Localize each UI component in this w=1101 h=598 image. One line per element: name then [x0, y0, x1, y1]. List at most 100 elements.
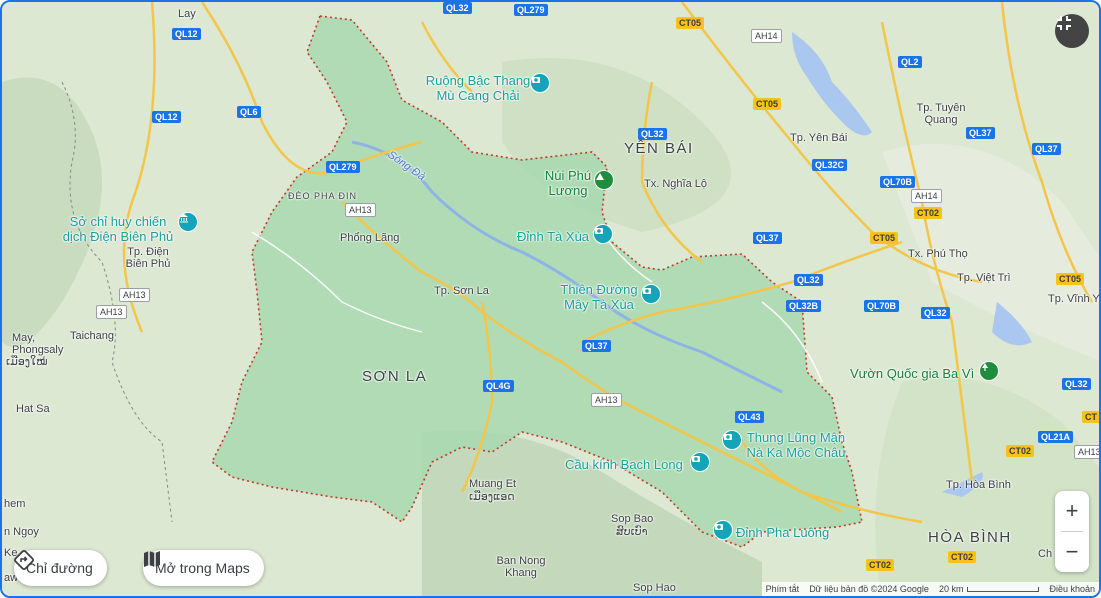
city-label: Sop Hao [633, 582, 676, 594]
road-shield: QL37 [753, 232, 782, 244]
road-shield: CT05 [753, 98, 782, 110]
road-shield: QL4G [483, 380, 514, 392]
city-label: Tp. Tuyên Quang [916, 102, 966, 126]
city-label: n Ngoy [4, 526, 39, 538]
road-shield: AH13 [1074, 445, 1099, 459]
city-label: Tp. Yên Bái [790, 132, 848, 144]
city-label: ເມືອງໃໝ່ [6, 356, 48, 368]
city-label: Ban Nong Khang [496, 555, 546, 579]
city-label: Sop Bao [611, 513, 654, 525]
city-label: Ch [1038, 548, 1053, 560]
road-shield: QL12 [152, 111, 181, 123]
road-shield: CT05 [676, 17, 705, 29]
road-shield: AH14 [911, 189, 942, 203]
tree-icon[interactable] [979, 361, 999, 381]
road-shield: QL32 [921, 307, 950, 319]
region-label-hoa-binh: HÒA BÌNH [928, 529, 1012, 546]
pass-label: ĐÈO PHA ĐIN [288, 191, 358, 201]
keyboard-shortcuts-link[interactable]: Phím tắt [766, 584, 800, 594]
road-shield: QL43 [735, 411, 764, 423]
city-label: Tx. Nghĩa Lộ [644, 178, 707, 190]
directions-label: Chỉ đường [26, 560, 93, 576]
city-label: Lay [178, 8, 196, 20]
road-shield: AH14 [751, 29, 782, 43]
city-label: ເມືອງແອດ [469, 491, 515, 503]
road-shield: QL12 [172, 28, 201, 40]
road-shield: QL37 [966, 127, 995, 139]
poi-label[interactable]: Thiên Đường Mây Tà Xùa [558, 282, 640, 312]
city-label: Taichang [70, 330, 115, 342]
road-shield: CT05 [870, 232, 899, 244]
scale-control[interactable]: 20 km [939, 584, 1040, 594]
road-shield: QL21A [1038, 431, 1074, 443]
road-shield: QL2 [898, 56, 922, 68]
road-shield: CT [1082, 411, 1099, 423]
road-shield: QL32 [443, 2, 472, 14]
poi-label[interactable]: Núi Phú Lương [538, 168, 598, 198]
road-shield: QL32B [786, 300, 822, 312]
camera-icon[interactable] [593, 224, 613, 244]
road-shield: QL6 [237, 106, 261, 118]
road-shield: CT02 [866, 559, 895, 571]
road-shield: CT02 [1006, 445, 1035, 457]
road-shield: QL279 [514, 4, 548, 16]
poi-label[interactable]: Vườn Quốc gia Ba Vì [850, 366, 974, 381]
road-shield: CT02 [914, 207, 943, 219]
map-data-attribution: Dữ liệu bản đồ ©2024 Google [809, 584, 929, 594]
road-shield: CT02 [948, 551, 977, 563]
road-shield: QL37 [582, 340, 611, 352]
zoom-out-button[interactable]: − [1055, 532, 1089, 572]
city-label: hem [4, 498, 26, 510]
city-label: Tp. Điện Biên Phủ [125, 246, 171, 270]
collapse-icon [1057, 16, 1071, 30]
poi-label[interactable]: Cầu kính Bạch Long [565, 457, 683, 472]
museum-icon[interactable] [178, 212, 198, 232]
road-shield: AH13 [345, 203, 376, 217]
road-shield: CT05 [1056, 273, 1085, 285]
camera-icon[interactable] [713, 520, 733, 540]
region-label-yen-bai: YÊN BÁI [624, 140, 694, 157]
city-label: Phổng Lãng [340, 232, 400, 244]
road-shield: QL70B [880, 176, 916, 188]
zoom-in-button[interactable]: + [1055, 491, 1089, 531]
road-shield: AH13 [119, 288, 150, 302]
zoom-control: + − [1055, 491, 1089, 572]
poi-label[interactable]: Đỉnh Tà Xùa [517, 229, 589, 244]
road-shield: QL32 [794, 274, 823, 286]
open-in-maps-button[interactable]: Mở trong Maps [143, 550, 264, 586]
road-shield: QL37 [1032, 143, 1061, 155]
map-view[interactable]: SƠN LA YÊN BÁI HÒA BÌNH Lay Tp. Điện Biê… [0, 0, 1101, 598]
camera-icon[interactable] [722, 430, 742, 450]
poi-label[interactable]: Ruộng Bậc Thang Mù Cang Chải [418, 73, 538, 103]
camera-icon[interactable] [690, 452, 710, 472]
city-label: Tp. Vĩnh Y [1048, 293, 1100, 305]
poi-label[interactable]: Đỉnh Pha Luông [736, 525, 829, 540]
city-label: Tp. Việt Trì [957, 272, 1011, 284]
city-label: ສົບເບົາ [616, 526, 648, 538]
poi-label[interactable]: Sở chỉ huy chiến dịch Điện Biên Phủ [58, 214, 178, 244]
mountain-icon[interactable] [594, 170, 614, 190]
city-label: May, Phongsaly [12, 332, 64, 356]
poi-label[interactable]: Thung Lũng Mận Nà Ka Mộc Châu [740, 430, 852, 460]
road-shield: QL279 [326, 161, 360, 173]
city-label: Tx. Phú Thọ [908, 248, 968, 260]
map-canvas [2, 2, 1099, 596]
map-footer: Phím tắt Dữ liệu bản đồ ©2024 Google 20 … [761, 582, 1099, 596]
camera-icon[interactable] [530, 73, 550, 93]
map-icon [144, 551, 160, 567]
open-in-maps-label: Mở trong Maps [155, 560, 250, 576]
city-label: Muang Et [469, 478, 517, 490]
directions-icon [14, 550, 34, 570]
city-label: Tp. Sơn La [434, 285, 489, 297]
terms-link[interactable]: Điều khoản [1049, 584, 1095, 594]
exit-fullscreen-button[interactable] [1055, 14, 1089, 48]
camera-icon[interactable] [641, 284, 661, 304]
road-shield: QL70B [864, 300, 900, 312]
road-shield: AH13 [96, 305, 127, 319]
road-shield: QL32 [638, 128, 667, 140]
region-label-son-la: SƠN LA [362, 368, 428, 385]
city-label: Tp. Hòa Bình [946, 479, 1011, 491]
road-shield: QL32 [1062, 378, 1091, 390]
road-shield: QL32C [812, 159, 848, 171]
directions-button[interactable]: Chỉ đường [14, 550, 107, 586]
